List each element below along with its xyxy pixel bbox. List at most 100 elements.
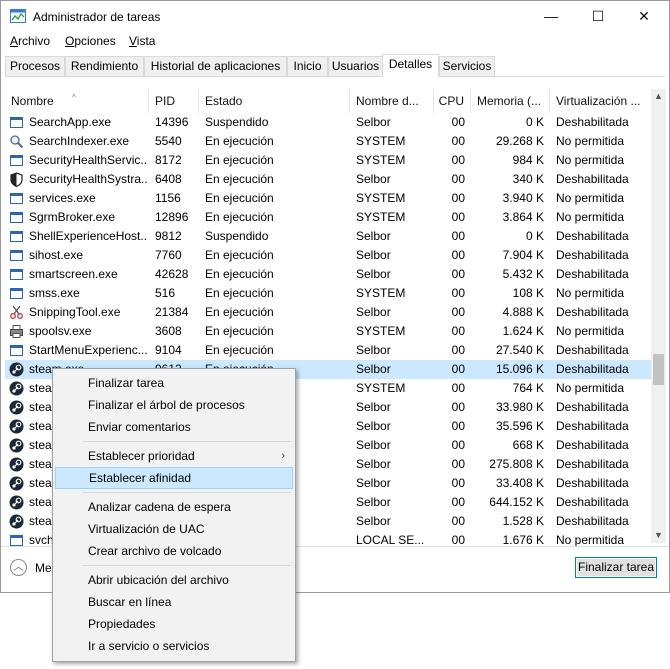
close-button[interactable]: ✕ bbox=[621, 1, 667, 31]
cell-mem: 5.432 K bbox=[502, 267, 544, 281]
app-icon bbox=[10, 345, 23, 356]
context-menu: Finalizar tarea Finalizar el árbol de pro… bbox=[52, 368, 296, 662]
scroll-up-icon[interactable]: ▲ bbox=[651, 89, 666, 104]
menu-archivo[interactable]: Archivo bbox=[10, 34, 50, 48]
cell-virt: No permitida bbox=[556, 153, 625, 167]
cell-name: SgrmBroker.exe bbox=[29, 210, 116, 224]
cell-mem: 35.596 K bbox=[495, 419, 544, 433]
cell-status: En ejecución bbox=[205, 210, 274, 224]
app-icon bbox=[10, 155, 23, 166]
cell-user: Selbor bbox=[356, 476, 391, 490]
context-menu-item[interactable]: Enviar comentarios bbox=[55, 416, 293, 438]
chevron-up-circle-icon[interactable]: ︿ bbox=[10, 559, 27, 576]
tab-usuarios[interactable]: Usuarios bbox=[328, 56, 383, 76]
table-row[interactable]: SearchApp.exe 14396 Suspendido Selbor 00 0 K D… bbox=[5, 113, 651, 132]
table-row[interactable]: SnippingTool.exe 21384 En ejecución Selbor 0… bbox=[5, 303, 651, 322]
table-row[interactable]: smss.exe 516 En ejecución SYSTEM 00 108 K No p… bbox=[5, 284, 651, 303]
cell-name: SecurityHealthSystra... bbox=[29, 172, 147, 186]
cell-cpu: 00 bbox=[451, 248, 465, 262]
context-menu-item[interactable]: Propiedades bbox=[55, 613, 293, 635]
context-menu-label: Abrir ubicación del archivo bbox=[88, 573, 229, 587]
cell-cpu: 00 bbox=[451, 476, 465, 490]
col-pid[interactable]: PID bbox=[149, 89, 199, 113]
less-details-link[interactable]: Me bbox=[35, 561, 52, 575]
table-row[interactable]: smartscreen.exe 42628 En ejecución Selbor 00… bbox=[5, 265, 651, 284]
context-menu-item[interactable]: Buscar en línea bbox=[55, 591, 293, 613]
context-menu-item[interactable]: Establecer prioridad › bbox=[55, 445, 293, 467]
cell-virt: Deshabilitada bbox=[556, 438, 629, 452]
tab-inicio[interactable]: Inicio bbox=[287, 56, 328, 76]
end-task-button[interactable]: Finalizar tarea bbox=[575, 557, 657, 578]
tab-historial[interactable]: Historial de aplicaciones bbox=[144, 56, 287, 76]
context-menu-item[interactable]: Establecer afinidad bbox=[55, 467, 293, 489]
col-usuario[interactable]: Nombre d... bbox=[350, 89, 434, 113]
steam-icon bbox=[9, 362, 24, 377]
context-menu-item[interactable]: Analizar cadena de espera bbox=[55, 496, 293, 518]
table-row[interactable]: spoolsv.exe 3608 En ejecución SYSTEM 00 1.624… bbox=[5, 322, 651, 341]
menu-opciones[interactable]: Opciones bbox=[65, 34, 116, 48]
table-row[interactable]: SearchIndexer.exe 5540 En ejecución SYSTEM 0… bbox=[5, 132, 651, 151]
cell-pid: 12896 bbox=[155, 210, 189, 224]
col-estado[interactable]: Estado bbox=[199, 89, 350, 113]
cell-pid: 42628 bbox=[155, 267, 189, 281]
context-menu-label: Finalizar tarea bbox=[88, 376, 165, 390]
col-memoria[interactable]: Memoria (... bbox=[471, 89, 550, 113]
cell-pid: 14396 bbox=[155, 115, 189, 129]
tab-procesos[interactable]: Procesos bbox=[5, 56, 65, 76]
scissors-icon bbox=[10, 305, 23, 319]
table-row[interactable]: StartMenuExperienc... 9104 En ejecución Sel… bbox=[5, 341, 651, 360]
steam-icon bbox=[9, 476, 24, 491]
cell-name: SecurityHealthServic... bbox=[29, 153, 147, 167]
menu-vista[interactable]: Vista bbox=[129, 34, 155, 48]
scroll-thumb[interactable] bbox=[653, 354, 664, 385]
table-row[interactable]: SgrmBroker.exe 12896 En ejecución SYSTEM 00 3… bbox=[5, 208, 651, 227]
title-bar[interactable]: Administrador de tareas — ☐ ✕ bbox=[1, 1, 669, 32]
cell-cpu: 00 bbox=[451, 514, 465, 528]
cell-user: SYSTEM bbox=[356, 324, 406, 338]
app-icon bbox=[10, 212, 23, 223]
cell-user: SYSTEM bbox=[356, 381, 406, 395]
cell-mem: 3.864 K bbox=[502, 210, 544, 224]
cell-cpu: 00 bbox=[451, 172, 465, 186]
cell-user: Selbor bbox=[356, 115, 391, 129]
context-menu-item[interactable]: Virtualización de UAC bbox=[55, 518, 293, 540]
context-menu-item[interactable]: Finalizar el árbol de procesos bbox=[55, 394, 293, 416]
context-menu-item[interactable]: Crear archivo de volcado bbox=[55, 540, 293, 562]
context-menu-item[interactable]: Abrir ubicación del archivo bbox=[55, 569, 293, 591]
cell-mem: 340 K bbox=[512, 172, 544, 186]
table-row[interactable]: sihost.exe 7760 En ejecución Selbor 00 7.904 … bbox=[5, 246, 651, 265]
col-nombre[interactable]: ^ Nombre bbox=[5, 89, 149, 113]
cell-pid: 7760 bbox=[155, 248, 182, 262]
cell-virt: Deshabilitada bbox=[556, 343, 629, 357]
tab-servicios[interactable]: Servicios bbox=[439, 56, 495, 76]
table-row[interactable]: SecurityHealthSystra... 6408 En ejecución S… bbox=[5, 170, 651, 189]
table-row[interactable]: services.exe 1156 En ejecución SYSTEM 00 3.94… bbox=[5, 189, 651, 208]
cell-user: Selbor bbox=[356, 438, 391, 452]
col-cpu[interactable]: CPU bbox=[434, 89, 471, 113]
tab-rendimiento[interactable]: Rendimiento bbox=[65, 56, 144, 76]
menu-separator bbox=[83, 441, 291, 442]
tab-divider bbox=[5, 76, 665, 77]
cell-pid: 516 bbox=[155, 286, 176, 300]
cell-virt: Deshabilitada bbox=[556, 229, 629, 243]
cell-name: smss.exe bbox=[29, 286, 80, 300]
table-row[interactable]: ShellExperienceHost.... 9812 Suspendido Sel… bbox=[5, 227, 651, 246]
steam-icon bbox=[9, 438, 24, 453]
cell-virt: Deshabilitada bbox=[556, 419, 629, 433]
cell-mem: 108 K bbox=[512, 286, 544, 300]
vertical-scrollbar[interactable]: ▲ ▼ bbox=[651, 89, 666, 543]
cell-user: Selbor bbox=[356, 419, 391, 433]
cell-status: En ejecución bbox=[205, 153, 274, 167]
tab-detalles[interactable]: Detalles bbox=[382, 54, 439, 77]
scroll-down-icon[interactable]: ▼ bbox=[651, 528, 666, 543]
table-row[interactable]: SecurityHealthServic... 8172 En ejecución S… bbox=[5, 151, 651, 170]
cell-virt: Deshabilitada bbox=[556, 362, 629, 376]
minimize-button[interactable]: — bbox=[528, 1, 574, 31]
context-menu-item[interactable]: Ir a servicio o servicios bbox=[55, 635, 293, 657]
maximize-button[interactable]: ☐ bbox=[575, 1, 621, 31]
cell-virt: No permitida bbox=[556, 286, 625, 300]
cell-user: Selbor bbox=[356, 362, 391, 376]
col-virtualizacion[interactable]: Virtualización ... bbox=[550, 89, 651, 113]
context-menu-item[interactable]: Finalizar tarea bbox=[55, 372, 293, 394]
menu-separator bbox=[83, 492, 291, 493]
